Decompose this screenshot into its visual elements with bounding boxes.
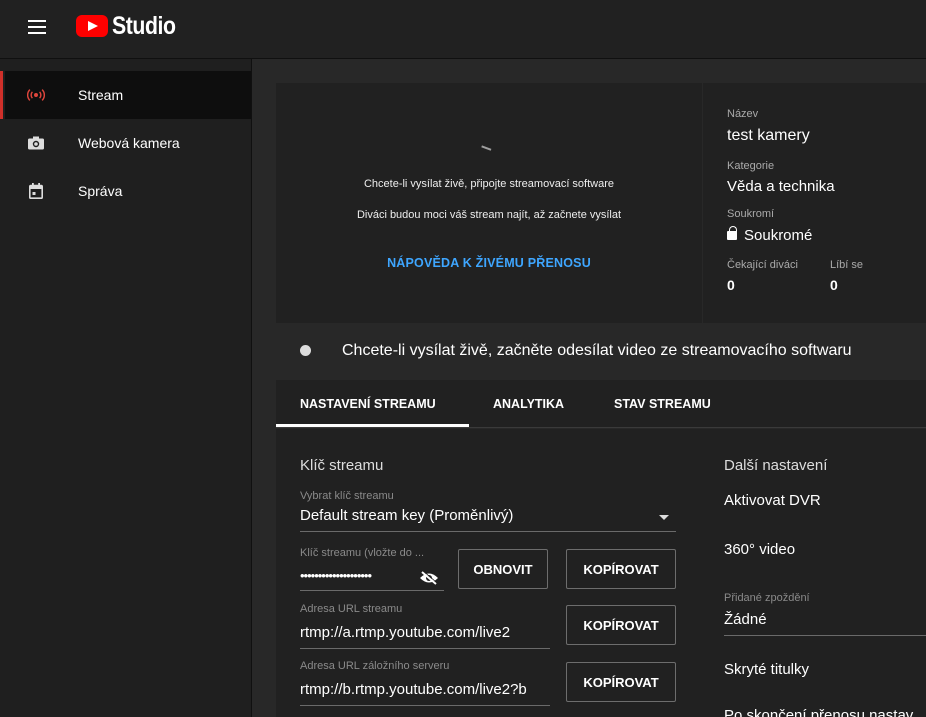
active-tab-indicator — [276, 424, 469, 427]
hamburger-menu-icon[interactable] — [28, 20, 46, 34]
copy-url-button[interactable]: KOPÍROVAT — [566, 605, 676, 645]
privacy-label: Soukromí — [727, 208, 775, 220]
copy-key-button[interactable]: KOPÍROVAT — [566, 549, 676, 589]
top-bar: Studio — [0, 0, 926, 59]
status-dot-icon — [300, 345, 311, 356]
settings-tabs: NASTAVENÍ STREAMU ANALYTIKA STAV STREAMU — [276, 380, 926, 428]
tab-stream-status[interactable]: STAV STREAMU — [614, 397, 711, 411]
sidebar-item-webcam[interactable]: Webová kamera — [5, 119, 251, 167]
status-text: Chcete-li vysílat živě, začněte odesílat… — [342, 342, 852, 359]
stream-category: Věda a technika — [727, 178, 835, 195]
sidebar-item-label: Stream — [78, 87, 124, 103]
delay-underline — [724, 635, 926, 636]
preview-message: Diváci budou moci váš stream najít, až z… — [356, 209, 622, 221]
backup-url-label: Adresa URL záložního serveru — [300, 660, 450, 672]
key-underline — [300, 590, 444, 591]
stream-key-section-title: Klíč streamu — [300, 457, 384, 474]
tab-analytics[interactable]: ANALYTIKA — [493, 397, 564, 411]
stream-preview: Chcete-li vysílat živě, připojte streamo… — [276, 83, 702, 323]
stream-key-select[interactable]: Default stream key (Proměnlivý) — [300, 507, 640, 524]
refresh-key-button[interactable]: OBNOVIT — [458, 549, 548, 589]
visibility-off-icon[interactable] — [419, 570, 439, 585]
waiting-viewers-count: 0 — [727, 277, 735, 293]
stream-info-panel: Název test kamery Kategorie Věda a techn… — [703, 83, 926, 323]
video360-toggle-label[interactable]: 360° video — [724, 541, 795, 558]
live-broadcast-icon — [27, 86, 45, 104]
calendar-icon — [27, 182, 45, 200]
likes-count: 0 — [830, 277, 838, 293]
stream-settings-panel: Klíč streamu Vybrat klíč streamu Default… — [276, 429, 926, 717]
likes-label: Líbí se — [830, 259, 864, 271]
sidebar-item-label: Webová kamera — [78, 135, 180, 151]
copy-backup-url-button[interactable]: KOPÍROVAT — [566, 662, 676, 702]
live-help-link[interactable]: NÁPOVĚDA K ŽIVÉMU PŘENOSU — [276, 256, 702, 270]
youtube-studio-logo[interactable]: Studio — [76, 11, 187, 41]
select-underline — [300, 531, 676, 532]
delay-label: Přidané zpoždění — [724, 592, 810, 604]
stream-url-input[interactable]: rtmp://a.rtmp.youtube.com/live2 — [300, 624, 550, 641]
preview-message: Chcete-li vysílat živě, připojte streamo… — [363, 178, 615, 190]
title-label: Název — [727, 108, 759, 120]
sidebar-item-stream[interactable]: Stream — [0, 71, 251, 119]
stream-key-label: Klíč streamu (vložte do ... — [300, 547, 425, 559]
camera-icon — [27, 134, 45, 152]
delay-select[interactable]: Žádné — [724, 611, 767, 628]
lock-icon — [727, 225, 737, 240]
dvr-toggle-label[interactable]: Aktivovat DVR — [724, 492, 821, 509]
stream-key-input[interactable]: •••••••••••••••••••• — [300, 568, 372, 583]
waiting-viewers-label: Čekající diváci — [727, 259, 798, 271]
after-stream-settings[interactable]: Po skončení přenosu nastav — [724, 707, 913, 717]
tab-stream-settings[interactable]: NASTAVENÍ STREAMU — [300, 397, 436, 411]
privacy-value: Soukromé — [727, 225, 813, 244]
youtube-play-icon — [76, 15, 108, 37]
logo-text: Studio — [112, 11, 176, 40]
privacy-text: Soukromé — [744, 227, 813, 244]
stream-status-bar: Chcete-li vysílat živě, začněte odesílat… — [276, 324, 926, 378]
captions-toggle-label[interactable]: Skryté titulky — [724, 661, 809, 678]
category-label: Kategorie — [727, 160, 775, 172]
more-settings-section-title: Další nastavení — [724, 457, 828, 474]
stream-key-select-label: Vybrat klíč streamu — [300, 490, 394, 502]
backup-url-input[interactable]: rtmp://b.rtmp.youtube.com/live2?b — [300, 681, 550, 698]
stream-title: test kamery — [727, 127, 810, 144]
sidebar-item-manage[interactable]: Správa — [5, 167, 251, 215]
chevron-down-icon[interactable] — [659, 515, 669, 520]
sidebar-item-label: Správa — [78, 183, 123, 199]
stream-url-label: Adresa URL streamu — [300, 603, 403, 615]
loading-spinner-icon — [480, 145, 492, 153]
url-underline — [300, 648, 550, 649]
backup-url-underline — [300, 705, 550, 706]
sidebar: Stream Webová kamera Správa — [0, 59, 252, 717]
